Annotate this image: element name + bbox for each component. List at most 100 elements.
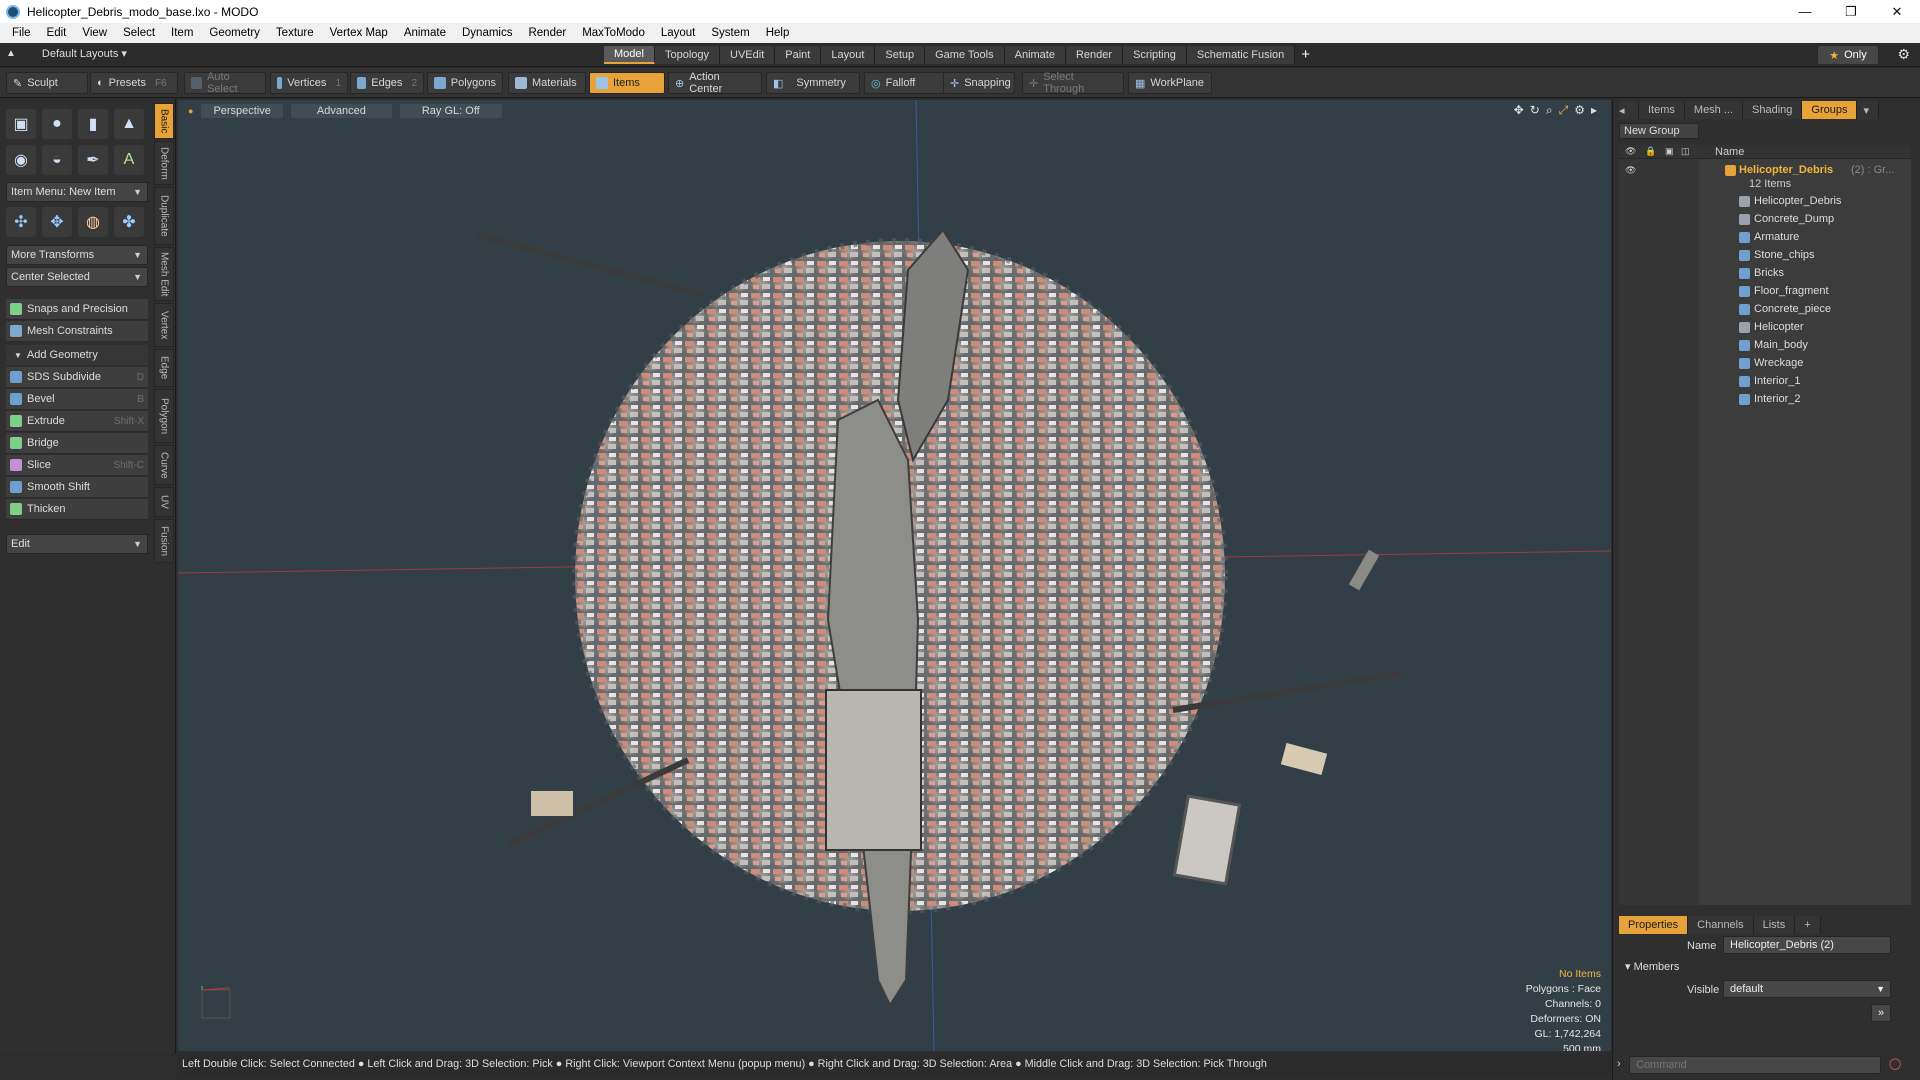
thicken-button[interactable]: Thicken [6, 499, 148, 520]
torus-primitive-icon[interactable]: ◉ [6, 145, 36, 175]
vtab-uv[interactable]: UV [154, 487, 174, 517]
items-button[interactable]: Items [589, 72, 665, 94]
bevel-button[interactable]: Bevel B [6, 389, 148, 410]
vtab-polygon[interactable]: Polygon [154, 389, 174, 443]
tab-lists[interactable]: Lists [1753, 916, 1796, 934]
tab-model[interactable]: Model [604, 46, 655, 64]
tab-topology[interactable]: Topology [654, 46, 721, 64]
only-toggle[interactable]: ★ Only [1818, 46, 1878, 64]
tab-items[interactable]: Items [1639, 101, 1685, 119]
menu-texture[interactable]: Texture [268, 27, 322, 39]
move-tool-icon[interactable]: ✣ [6, 207, 36, 237]
tab-layout[interactable]: Layout [821, 46, 876, 64]
menu-view[interactable]: View [74, 27, 115, 39]
tree-item[interactable]: Stone_chips [1619, 246, 1911, 264]
tabs-more-icon[interactable]: ▾ [1857, 101, 1880, 119]
center-selected-dropdown[interactable]: Center Selected ▼ [6, 267, 148, 287]
slice-button[interactable]: Slice Shift-C [6, 455, 148, 476]
menu-select[interactable]: Select [115, 27, 163, 39]
menu-file[interactable]: File [4, 27, 39, 39]
layout-collapse-icon[interactable]: ▲ [6, 48, 16, 59]
smooth-shift-button[interactable]: Smooth Shift [6, 477, 148, 498]
expand-button[interactable]: » [1871, 1004, 1891, 1022]
menu-system[interactable]: System [703, 27, 757, 39]
tab-paint[interactable]: Paint [775, 46, 822, 64]
name-field[interactable]: Helicopter_Debris (2) [1723, 936, 1891, 954]
vtab-fusion[interactable]: Fusion [154, 519, 174, 563]
polygons-button[interactable]: Polygons [427, 72, 503, 94]
sds-subdivide-button[interactable]: SDS Subdivide D [6, 367, 148, 388]
presets-button[interactable]: ◐ Presets F6 [90, 72, 178, 94]
command-history-icon[interactable]: ◯ [1889, 1057, 1901, 1070]
tab-shading[interactable]: Shading [1743, 101, 1803, 119]
tree-item[interactable]: Helicopter [1619, 318, 1911, 336]
tab-groups[interactable]: Groups [1802, 101, 1858, 119]
tree-item[interactable]: Armature [1619, 228, 1911, 246]
tree-item[interactable]: Main_body [1619, 336, 1911, 354]
minimize-button[interactable]: — [1782, 0, 1828, 23]
menu-edit[interactable]: Edit [39, 27, 75, 39]
menu-geometry[interactable]: Geometry [201, 27, 268, 39]
extrude-button[interactable]: Extrude Shift-X [6, 411, 148, 432]
vertices-button[interactable]: Vertices 1 [270, 72, 348, 94]
tab-scripting[interactable]: Scripting [1123, 46, 1187, 64]
edit-dropdown[interactable]: Edit ▼ [6, 534, 148, 554]
render-column-icon[interactable]: ▣ [1665, 146, 1674, 157]
edges-button[interactable]: Edges 2 [350, 72, 424, 94]
menu-layout[interactable]: Layout [653, 27, 704, 39]
tab-animate[interactable]: Animate [1004, 46, 1066, 64]
vtab-curve[interactable]: Curve [154, 445, 174, 485]
tree-item[interactable]: Floor_fragment [1619, 282, 1911, 300]
auto-select-button[interactable]: Auto Select [184, 71, 266, 95]
transform-tool-icon[interactable]: ✤ [114, 207, 144, 237]
lock-column-icon[interactable]: 🔒 [1645, 146, 1656, 157]
sphere-primitive-icon[interactable]: ● [42, 109, 72, 139]
snapping-button[interactable]: ✛ Snapping [943, 72, 1015, 94]
bridge-button[interactable]: Bridge [6, 433, 148, 454]
gear-icon[interactable]: ⚙ [1897, 46, 1910, 63]
cylinder-primitive-icon[interactable]: ▮ [78, 109, 108, 139]
tree-item[interactable]: Interior_2 [1619, 390, 1911, 408]
tree-item[interactable]: Helicopter_Debris [1619, 192, 1911, 210]
rotate-tool-icon[interactable]: ✥ [42, 207, 72, 237]
cube-primitive-icon[interactable]: ▣ [6, 109, 36, 139]
tree-item[interactable]: Interior_1 [1619, 372, 1911, 390]
action-center-button[interactable]: ⊕ Action Center [668, 71, 762, 95]
menu-render[interactable]: Render [520, 27, 574, 39]
tab-channels[interactable]: Channels [1688, 916, 1754, 934]
maximize-button[interactable]: ❐ [1828, 0, 1874, 23]
tab-mesh[interactable]: Mesh ... [1684, 101, 1744, 119]
tab-schematic-fusion[interactable]: Schematic Fusion [1186, 46, 1296, 64]
add-geometry-header[interactable]: ▼ Add Geometry [6, 345, 148, 365]
add-props-tab-icon[interactable]: + [1795, 916, 1821, 934]
more-transforms-dropdown[interactable]: More Transforms ▼ [6, 245, 148, 265]
item-menu-dropdown[interactable]: Item Menu: New Item ▼ [6, 182, 148, 202]
tree-item[interactable]: Concrete_Dump [1619, 210, 1911, 228]
tree-item[interactable]: Bricks [1619, 264, 1911, 282]
visibility-eye-icon[interactable]: 👁 [1625, 165, 1636, 176]
members-section[interactable]: ▾ Members [1625, 960, 1679, 973]
3d-viewport[interactable]: ● Perspective Advanced Ray GL: Off ✥ ↻ ⌕… [178, 100, 1611, 1051]
vtab-edge[interactable]: Edge [154, 349, 174, 387]
vtab-deform[interactable]: Deform [154, 141, 174, 185]
tab-properties[interactable]: Properties [1619, 916, 1689, 934]
snaps-precision-button[interactable]: Snaps and Precision [6, 299, 148, 320]
add-tab-button[interactable]: + [1301, 46, 1310, 64]
tab-setup[interactable]: Setup [875, 46, 926, 64]
pen-tool-icon[interactable]: ✒ [78, 145, 108, 175]
tree-item[interactable]: Wreckage [1619, 354, 1911, 372]
mesh-constraints-button[interactable]: Mesh Constraints [6, 321, 148, 342]
tab-render[interactable]: Render [1065, 46, 1124, 64]
menu-vertex-map[interactable]: Vertex Map [322, 27, 396, 39]
tab-uvedit[interactable]: UVEdit [720, 46, 776, 64]
menu-dynamics[interactable]: Dynamics [454, 27, 520, 39]
new-group-button[interactable]: New Group [1619, 123, 1699, 139]
default-layouts-dropdown[interactable]: Default Layouts ▾ [42, 47, 127, 60]
sculpt-button[interactable]: ✎ Sculpt [6, 72, 88, 94]
visible-dropdown[interactable]: default ▼ [1723, 980, 1891, 998]
text-tool-icon[interactable]: A [114, 145, 144, 175]
vtab-mesh-edit[interactable]: Mesh Edit [154, 247, 174, 301]
falloff-button[interactable]: ◎ Falloff [864, 72, 944, 94]
menu-item[interactable]: Item [163, 27, 201, 39]
close-button[interactable]: ✕ [1874, 0, 1920, 23]
